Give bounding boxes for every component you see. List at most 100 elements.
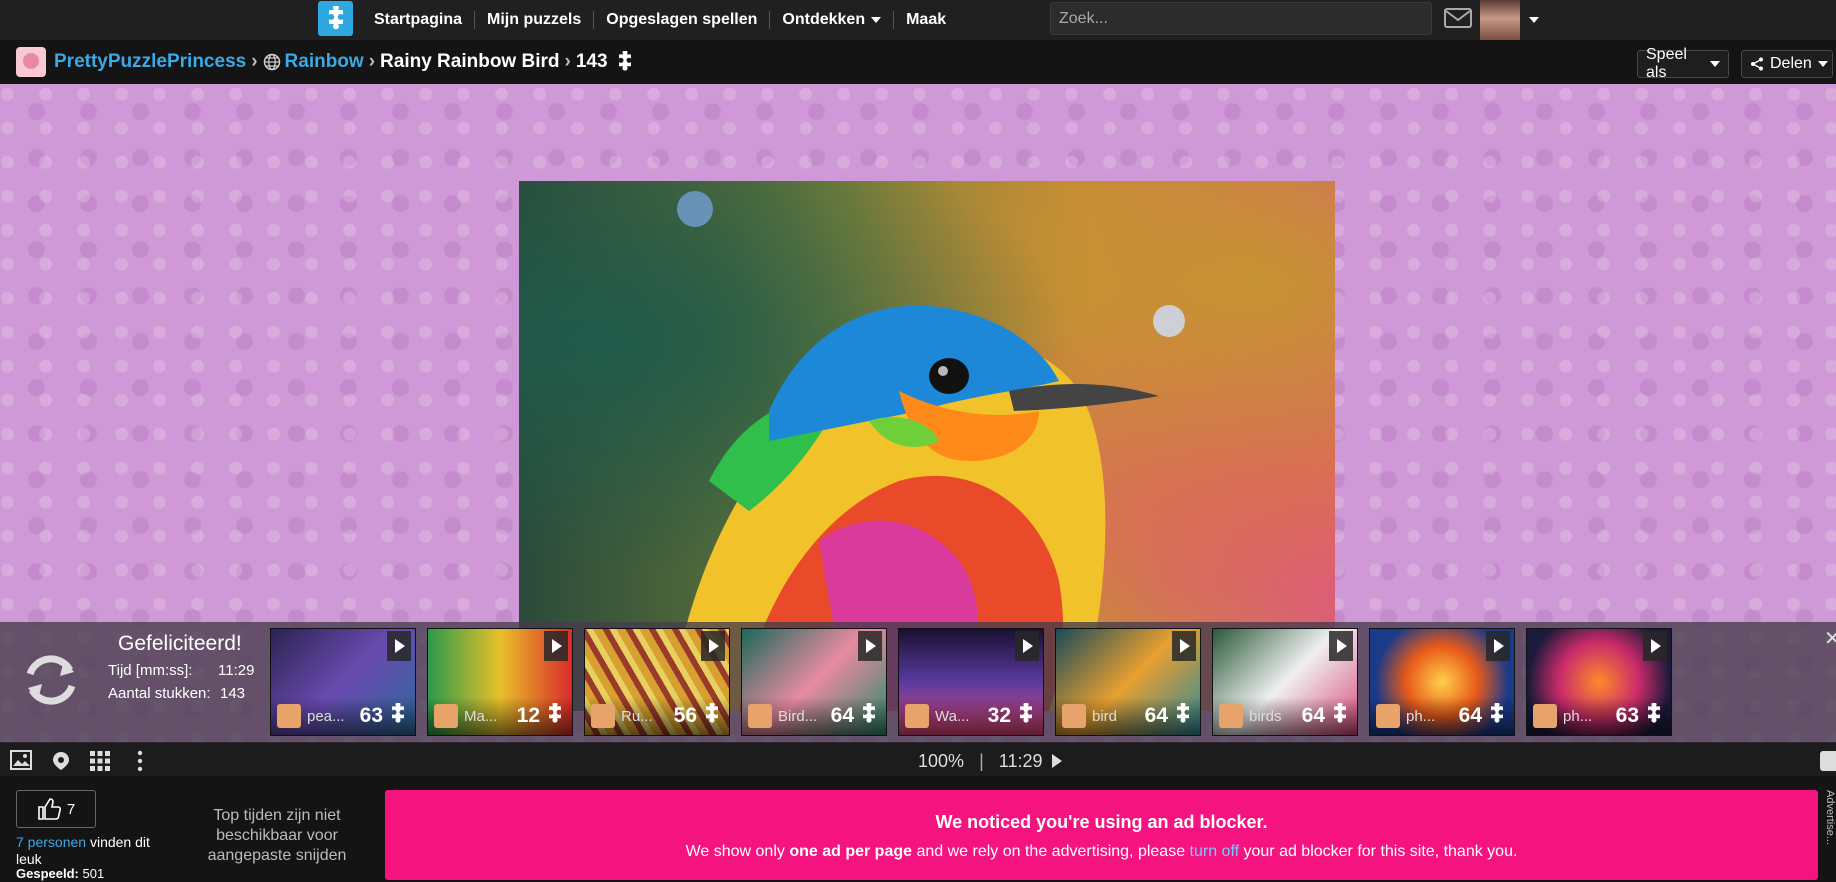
author-avatar (1219, 704, 1243, 728)
chevron-right-icon: › (564, 51, 571, 72)
main-menu: Startpagina Mijn puzzels Opgeslagen spel… (362, 0, 958, 40)
play-icon[interactable] (387, 631, 411, 661)
play-as-label: Speel als (1646, 46, 1687, 81)
thumbnail-piece-count: 63 (359, 704, 383, 727)
share-label: Delen (1770, 55, 1812, 72)
play-icon[interactable] (1643, 631, 1667, 661)
nav-ontdekken[interactable]: Ontdekken (769, 11, 893, 29)
nav-mijn-puzzels[interactable]: Mijn puzzels (474, 11, 593, 29)
thumbnail-info: Ru... 56 (585, 697, 729, 735)
play-as-button[interactable]: Speel als (1637, 46, 1729, 81)
search-input[interactable] (1050, 2, 1432, 35)
author-avatar (1533, 704, 1557, 728)
breadcrumb-title: Rainy Rainbow Bird (380, 51, 560, 72)
ad-blocker-text: We show only one ad per page and we rely… (385, 843, 1818, 861)
share-icon (1750, 57, 1764, 71)
related-puzzle-thumbnail[interactable]: Wa... 32 (898, 628, 1044, 736)
replay-icon[interactable] (20, 652, 82, 713)
breadcrumb-bar: PrettyPuzzlePrincess › Rainbow › Rainy R… (0, 40, 1836, 84)
related-puzzle-thumbnail[interactable]: ph... 64 (1369, 628, 1515, 736)
thumbnail-piece-count: 64 (1144, 704, 1168, 727)
close-icon[interactable]: ✕ (1824, 626, 1836, 651)
puzzle-piece-icon (387, 701, 409, 730)
likes-people-link[interactable]: 7 personen (16, 834, 86, 850)
thumbnail-info: ph... 63 (1527, 697, 1671, 735)
puzzle-piece-icon (544, 701, 566, 730)
nav-ontdekken-label: Ontdekken (782, 11, 866, 28)
globe-icon (263, 53, 281, 71)
timer: 11:29 (998, 751, 1043, 771)
pieces-label: Aantal stukken: (108, 685, 211, 702)
thumbnail-piece-count: 64 (1458, 704, 1482, 727)
author-avatar (277, 704, 301, 728)
play-icon[interactable] (1329, 631, 1353, 661)
thumbnail-piece-count: 12 (516, 704, 540, 727)
congratulations-heading: Gefeliciteerd! (118, 632, 242, 655)
avatar[interactable] (1480, 0, 1520, 40)
time-label: Tijd [mm:ss]: (108, 662, 193, 679)
thumbs-up-icon (37, 798, 61, 820)
related-puzzle-thumbnail[interactable]: Ma... 12 (427, 628, 573, 736)
share-button[interactable]: Delen (1741, 50, 1833, 78)
author-avatar (1376, 704, 1400, 728)
thumbnail-info: Wa... 32 (899, 697, 1043, 735)
breadcrumb: PrettyPuzzlePrincess › Rainbow › Rainy R… (16, 40, 636, 84)
thumbnail-author: Ru... (621, 707, 653, 725)
turn-off-link[interactable]: turn off (1190, 843, 1240, 860)
related-puzzle-thumbnail[interactable]: ph... 63 (1526, 628, 1672, 736)
play-icon[interactable] (1486, 631, 1510, 661)
thumbnail-info: bird 64 (1056, 697, 1200, 735)
top-times-notice: Top tijden zijn niet beschikbaar voor aa… (207, 807, 347, 864)
thumbnail-piece-count: 63 (1615, 704, 1639, 727)
related-puzzle-thumbnail[interactable]: birds 64 (1212, 628, 1358, 736)
nav-maak[interactable]: Maak (893, 11, 958, 29)
ad-text-part2: and we rely on the advertising, please (912, 843, 1190, 860)
thumbnail-info: pea... 63 (271, 697, 415, 735)
thumbnail-piece-count: 32 (987, 704, 1011, 727)
thumbnail-piece-count: 64 (830, 704, 854, 727)
puzzle-piece-icon (1486, 701, 1508, 730)
fullscreen-icon[interactable] (1820, 751, 1836, 771)
play-icon[interactable] (1015, 631, 1039, 661)
puzzle-toolbar: 100% | 11:29 (0, 742, 1836, 776)
like-button[interactable]: 7 (16, 790, 96, 828)
played-label: Gespeeld: (16, 866, 79, 881)
zoom-level[interactable]: 100% (918, 751, 964, 771)
image-preview-icon[interactable] (10, 750, 32, 775)
thumbnail-info: Bird... 64 (742, 697, 886, 735)
breadcrumb-category[interactable]: Rainbow (285, 51, 364, 73)
author-avatar (434, 704, 458, 728)
play-icon[interactable] (858, 631, 882, 661)
jigsaw-logo-icon[interactable] (318, 1, 353, 36)
related-puzzle-thumbnail[interactable]: bird 64 (1055, 628, 1201, 736)
breadcrumb-user[interactable]: PrettyPuzzlePrincess (54, 51, 246, 73)
ad-text-part1: We show only (685, 843, 790, 860)
nav-opgeslagen-spellen[interactable]: Opgeslagen spellen (593, 11, 769, 29)
play-icon[interactable] (544, 631, 568, 661)
related-puzzle-thumbnail[interactable]: Bird... 64 (741, 628, 887, 736)
thumbnail-piece-count: 56 (673, 704, 697, 727)
chevron-down-icon[interactable] (1529, 17, 1539, 23)
puzzle-piece-icon (858, 701, 880, 730)
play-icon[interactable] (701, 631, 725, 661)
thumbnail-author: pea... (307, 707, 345, 725)
puzzle-piece-icon (614, 51, 636, 73)
mail-icon[interactable] (1444, 7, 1472, 34)
thumbnail-author: Bird... (778, 707, 818, 725)
related-puzzle-thumbnail[interactable]: pea... 63 (270, 628, 416, 736)
advertisement-label: Advertise... (1824, 790, 1836, 846)
play-icon[interactable] (1172, 631, 1196, 661)
nav-startpagina[interactable]: Startpagina (362, 11, 474, 29)
likes-summary: 7 personen vinden dit leuk (16, 834, 156, 868)
author-avatar (748, 704, 772, 728)
breadcrumb-pieces: 143 (575, 51, 608, 72)
user-avatar-icon (16, 47, 46, 77)
ad-text-part3: your ad blocker for this site, thank you… (1239, 843, 1518, 860)
puzzle-piece-icon (1643, 701, 1665, 730)
puzzle-piece-icon (701, 701, 723, 730)
ghost-image-icon[interactable] (50, 750, 72, 777)
grid-icon[interactable] (89, 750, 111, 777)
play-icon[interactable] (1051, 754, 1062, 768)
related-puzzle-thumbnail[interactable]: Ru... 56 (584, 628, 730, 736)
more-options-icon[interactable] (136, 750, 144, 777)
